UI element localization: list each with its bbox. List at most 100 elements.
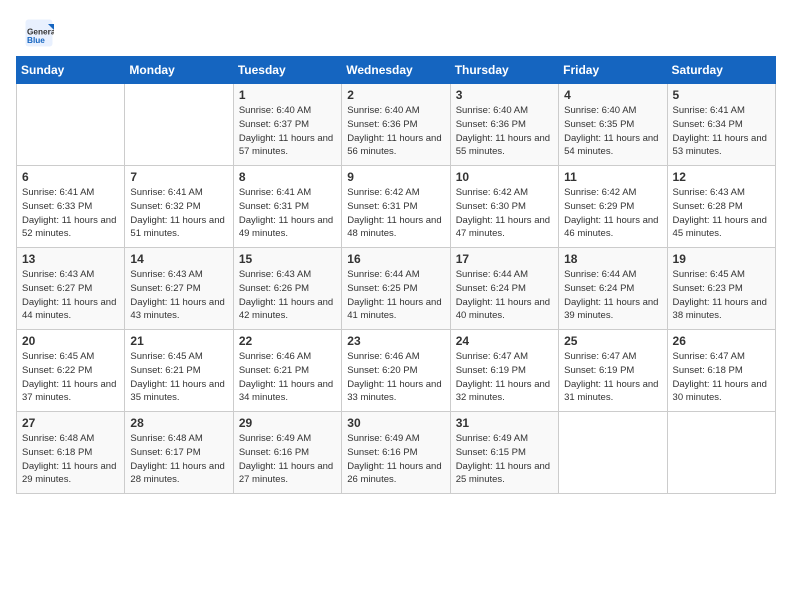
day-info: Sunrise: 6:47 AMSunset: 6:19 PMDaylight:… bbox=[564, 350, 661, 405]
calendar-cell: 27Sunrise: 6:48 AMSunset: 6:18 PMDayligh… bbox=[17, 412, 125, 494]
calendar-week-row: 1Sunrise: 6:40 AMSunset: 6:37 PMDaylight… bbox=[17, 84, 776, 166]
calendar-cell: 22 Sunrise: 6:46 AMSunset: 6:21 PMDayligh… bbox=[233, 330, 341, 412]
day-info: Sunrise: 6:48 AMSunset: 6:17 PMDaylight:… bbox=[130, 432, 227, 487]
day-number: 19 bbox=[673, 252, 770, 266]
day-number: 29 bbox=[239, 416, 336, 430]
day-number: 11 bbox=[564, 170, 661, 184]
day-number: 28 bbox=[130, 416, 227, 430]
day-info: Sunrise: 6:46 AMSunset: 6:21 PMDaylight:… bbox=[239, 350, 336, 405]
calendar-cell: 12 Sunrise: 6:43 AMSunset: 6:28 PMDayligh… bbox=[667, 166, 775, 248]
day-info: Sunrise: 6:42 AMSunset: 6:29 PMDaylight:… bbox=[564, 186, 661, 241]
day-number: 26 bbox=[673, 334, 770, 348]
day-of-week-header: Friday bbox=[559, 57, 667, 84]
day-info: Sunrise: 6:41 AMSunset: 6:32 PMDaylight:… bbox=[130, 186, 227, 241]
calendar-cell: 8 Sunrise: 6:41 AMSunset: 6:31 PMDaylight… bbox=[233, 166, 341, 248]
calendar-cell: 10 Sunrise: 6:42 AMSunset: 6:30 PMDayligh… bbox=[450, 166, 558, 248]
day-info: Sunrise: 6:41 AMSunset: 6:33 PMDaylight:… bbox=[22, 186, 119, 241]
calendar-cell: 6 Sunrise: 6:41 AMSunset: 6:33 PMDaylight… bbox=[17, 166, 125, 248]
calendar-cell: 26 Sunrise: 6:47 AMSunset: 6:18 PMDayligh… bbox=[667, 330, 775, 412]
day-number: 14 bbox=[130, 252, 227, 266]
day-number: 31 bbox=[456, 416, 553, 430]
calendar-cell: 16 Sunrise: 6:44 AMSunset: 6:25 PMDayligh… bbox=[342, 248, 450, 330]
day-number: 4 bbox=[564, 88, 661, 102]
day-info: Sunrise: 6:49 AMSunset: 6:16 PMDaylight:… bbox=[239, 432, 336, 487]
day-number: 6 bbox=[22, 170, 119, 184]
calendar-cell bbox=[125, 84, 233, 166]
svg-text:Blue: Blue bbox=[27, 36, 45, 45]
calendar-cell: 9Sunrise: 6:42 AMSunset: 6:31 PMDaylight… bbox=[342, 166, 450, 248]
day-number: 16 bbox=[347, 252, 444, 266]
calendar-cell: 2 Sunrise: 6:40 AMSunset: 6:36 PMDaylight… bbox=[342, 84, 450, 166]
day-info: Sunrise: 6:43 AMSunset: 6:26 PMDaylight:… bbox=[239, 268, 336, 323]
page: General Blue SundayMondayTuesdayWednesda… bbox=[0, 0, 792, 612]
calendar-week-row: 27Sunrise: 6:48 AMSunset: 6:18 PMDayligh… bbox=[17, 412, 776, 494]
day-number: 12 bbox=[673, 170, 770, 184]
calendar-cell: 23 Sunrise: 6:46 AMSunset: 6:20 PMDayligh… bbox=[342, 330, 450, 412]
calendar-cell bbox=[667, 412, 775, 494]
calendar-cell: 19 Sunrise: 6:45 AMSunset: 6:23 PMDayligh… bbox=[667, 248, 775, 330]
day-info: Sunrise: 6:42 AMSunset: 6:31 PMDaylight:… bbox=[347, 186, 444, 241]
day-number: 24 bbox=[456, 334, 553, 348]
calendar-cell bbox=[559, 412, 667, 494]
day-info: Sunrise: 6:45 AMSunset: 6:21 PMDaylight:… bbox=[130, 350, 227, 405]
calendar-cell: 24 Sunrise: 6:47 AMSunset: 6:19 PMDayligh… bbox=[450, 330, 558, 412]
calendar-cell: 7 Sunrise: 6:41 AMSunset: 6:32 PMDaylight… bbox=[125, 166, 233, 248]
calendar-cell: 18 Sunrise: 6:44 AMSunset: 6:24 PMDayligh… bbox=[559, 248, 667, 330]
day-number: 10 bbox=[456, 170, 553, 184]
day-info: Sunrise: 6:49 AMSunset: 6:15 PMDaylight:… bbox=[456, 432, 553, 487]
day-number: 25 bbox=[564, 334, 661, 348]
day-number: 23 bbox=[347, 334, 444, 348]
day-info: Sunrise: 6:44 AMSunset: 6:24 PMDaylight:… bbox=[456, 268, 553, 323]
day-number: 5 bbox=[673, 88, 770, 102]
calendar-cell: 14 Sunrise: 6:43 AMSunset: 6:27 PMDayligh… bbox=[125, 248, 233, 330]
calendar-cell: 11 Sunrise: 6:42 AMSunset: 6:29 PMDayligh… bbox=[559, 166, 667, 248]
header: General Blue bbox=[0, 0, 792, 56]
day-info: Sunrise: 6:43 AMSunset: 6:27 PMDaylight:… bbox=[22, 268, 119, 323]
day-info: Sunrise: 6:43 AMSunset: 6:28 PMDaylight:… bbox=[673, 186, 770, 241]
calendar-cell: 5 Sunrise: 6:41 AMSunset: 6:34 PMDaylight… bbox=[667, 84, 775, 166]
day-info: Sunrise: 6:47 AMSunset: 6:18 PMDaylight:… bbox=[673, 350, 770, 405]
day-info: Sunrise: 6:48 AMSunset: 6:18 PMDaylight:… bbox=[22, 432, 119, 487]
day-number: 22 bbox=[239, 334, 336, 348]
day-of-week-header: Monday bbox=[125, 57, 233, 84]
day-of-week-header: Saturday bbox=[667, 57, 775, 84]
calendar-cell: 13 Sunrise: 6:43 AMSunset: 6:27 PMDayligh… bbox=[17, 248, 125, 330]
day-info: Sunrise: 6:47 AMSunset: 6:19 PMDaylight:… bbox=[456, 350, 553, 405]
day-number: 2 bbox=[347, 88, 444, 102]
day-info: Sunrise: 6:41 AMSunset: 6:34 PMDaylight:… bbox=[673, 104, 770, 159]
calendar-cell: 15 Sunrise: 6:43 AMSunset: 6:26 PMDayligh… bbox=[233, 248, 341, 330]
day-number: 13 bbox=[22, 252, 119, 266]
calendar-week-row: 13 Sunrise: 6:43 AMSunset: 6:27 PMDayligh… bbox=[17, 248, 776, 330]
day-info: Sunrise: 6:40 AMSunset: 6:36 PMDaylight:… bbox=[347, 104, 444, 159]
calendar-cell: 17 Sunrise: 6:44 AMSunset: 6:24 PMDayligh… bbox=[450, 248, 558, 330]
day-number: 15 bbox=[239, 252, 336, 266]
day-info: Sunrise: 6:42 AMSunset: 6:30 PMDaylight:… bbox=[456, 186, 553, 241]
day-info: Sunrise: 6:43 AMSunset: 6:27 PMDaylight:… bbox=[130, 268, 227, 323]
day-info: Sunrise: 6:45 AMSunset: 6:22 PMDaylight:… bbox=[22, 350, 119, 405]
calendar-wrapper: SundayMondayTuesdayWednesdayThursdayFrid… bbox=[0, 56, 792, 510]
day-of-week-header: Sunday bbox=[17, 57, 125, 84]
day-info: Sunrise: 6:44 AMSunset: 6:25 PMDaylight:… bbox=[347, 268, 444, 323]
day-info: Sunrise: 6:46 AMSunset: 6:20 PMDaylight:… bbox=[347, 350, 444, 405]
day-of-week-header: Thursday bbox=[450, 57, 558, 84]
day-number: 8 bbox=[239, 170, 336, 184]
day-number: 18 bbox=[564, 252, 661, 266]
day-number: 3 bbox=[456, 88, 553, 102]
calendar-cell: 30Sunrise: 6:49 AMSunset: 6:16 PMDayligh… bbox=[342, 412, 450, 494]
day-info: Sunrise: 6:41 AMSunset: 6:31 PMDaylight:… bbox=[239, 186, 336, 241]
calendar-cell: 28 Sunrise: 6:48 AMSunset: 6:17 PMDayligh… bbox=[125, 412, 233, 494]
day-number: 20 bbox=[22, 334, 119, 348]
day-number: 7 bbox=[130, 170, 227, 184]
day-info: Sunrise: 6:44 AMSunset: 6:24 PMDaylight:… bbox=[564, 268, 661, 323]
calendar-cell: 29 Sunrise: 6:49 AMSunset: 6:16 PMDayligh… bbox=[233, 412, 341, 494]
calendar-table: SundayMondayTuesdayWednesdayThursdayFrid… bbox=[16, 56, 776, 494]
calendar-cell: 20 Sunrise: 6:45 AMSunset: 6:22 PMDayligh… bbox=[17, 330, 125, 412]
day-info: Sunrise: 6:45 AMSunset: 6:23 PMDaylight:… bbox=[673, 268, 770, 323]
day-info: Sunrise: 6:40 AMSunset: 6:36 PMDaylight:… bbox=[456, 104, 553, 159]
day-number: 17 bbox=[456, 252, 553, 266]
calendar-week-row: 6 Sunrise: 6:41 AMSunset: 6:33 PMDaylight… bbox=[17, 166, 776, 248]
calendar-cell: 4Sunrise: 6:40 AMSunset: 6:35 PMDaylight… bbox=[559, 84, 667, 166]
day-number: 30 bbox=[347, 416, 444, 430]
calendar-cell: 25 Sunrise: 6:47 AMSunset: 6:19 PMDayligh… bbox=[559, 330, 667, 412]
calendar-cell: 1Sunrise: 6:40 AMSunset: 6:37 PMDaylight… bbox=[233, 84, 341, 166]
